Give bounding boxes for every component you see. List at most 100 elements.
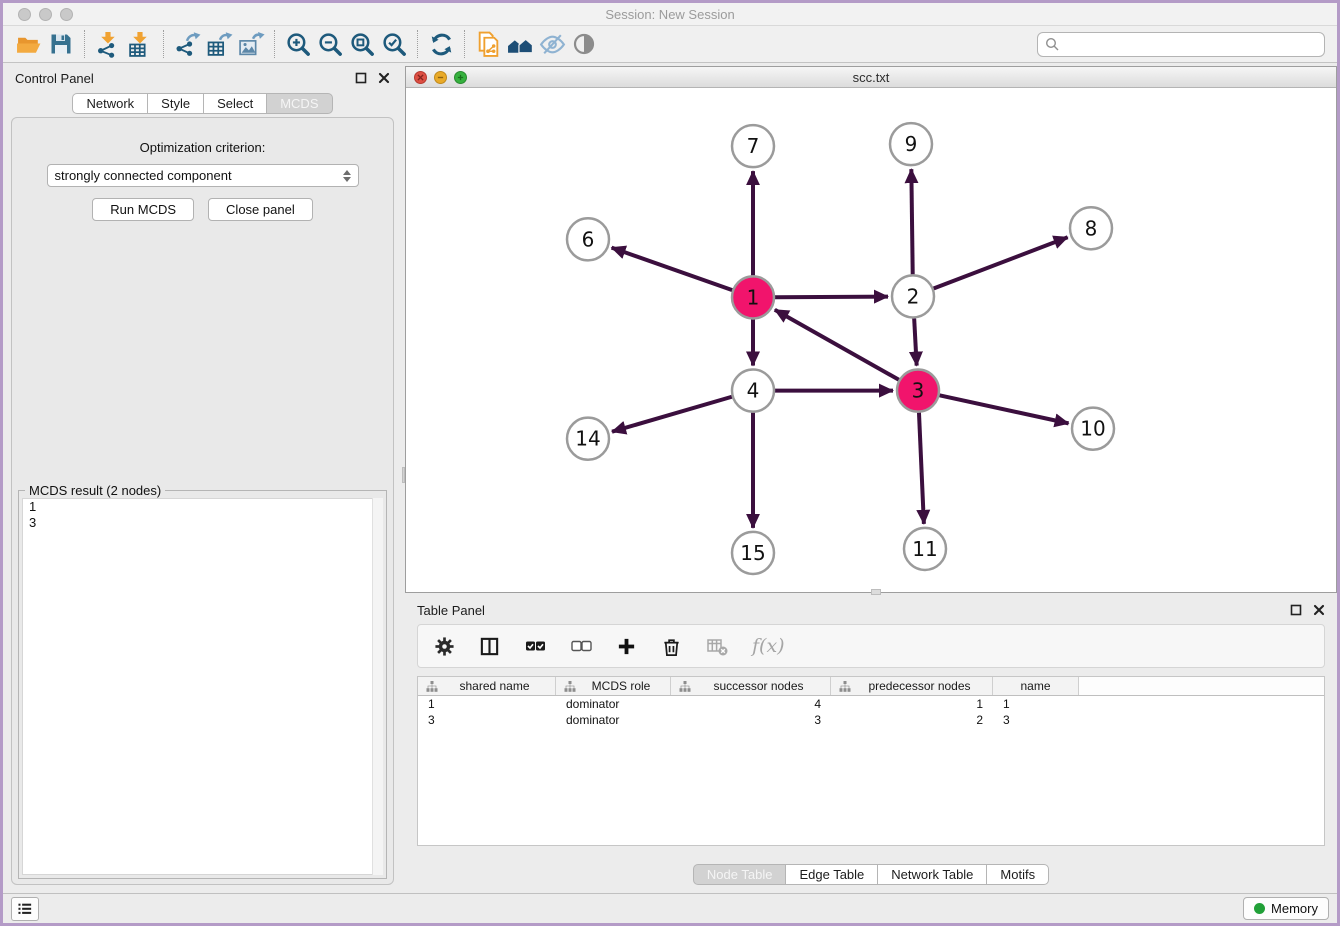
graph-node-label: 6 — [582, 227, 595, 251]
hierarchy-icon — [679, 681, 691, 692]
graph-edge-2-3[interactable] — [914, 318, 917, 365]
mcds-result-list[interactable]: 13 — [22, 498, 383, 875]
export-network-button[interactable] — [171, 28, 203, 60]
tab-edge-table[interactable]: Edge Table — [785, 864, 878, 885]
trash-icon — [661, 636, 682, 657]
mcds-result-title: MCDS result (2 nodes) — [25, 483, 165, 498]
graph-edge-3-11[interactable] — [919, 413, 924, 524]
table-row[interactable]: 1dominator411 — [418, 696, 1324, 712]
export-table-button[interactable] — [203, 28, 235, 60]
tab-style[interactable]: Style — [147, 93, 204, 114]
network-zoom-button[interactable] — [454, 71, 467, 84]
search-input[interactable] — [1064, 37, 1317, 52]
graph-edge-2-9[interactable] — [911, 169, 912, 274]
search-box[interactable] — [1037, 32, 1325, 57]
zoom-fit-icon — [349, 31, 376, 58]
table-settings-button[interactable] — [434, 636, 455, 657]
run-mcds-button[interactable]: Run MCDS — [92, 198, 194, 221]
column-header-shared-name[interactable]: shared name — [418, 677, 556, 695]
close-panel-action-button[interactable]: Close panel — [208, 198, 313, 221]
delete-table-icon — [706, 635, 728, 657]
close-icon — [378, 72, 390, 84]
deselect-all-button[interactable] — [570, 635, 592, 657]
main-toolbar — [3, 25, 1337, 63]
show-column-panel-button[interactable] — [479, 636, 500, 657]
graph-edge-1-2[interactable] — [775, 297, 888, 298]
apply-layout-button[interactable] — [425, 28, 457, 60]
network-titlebar[interactable]: scc.txt — [406, 67, 1336, 88]
graph-node-label: 14 — [575, 427, 600, 451]
column-header-successor-nodes[interactable]: successor nodes — [671, 677, 831, 695]
table-body: 1dominator4113dominator323 — [418, 696, 1324, 728]
result-scrollbar[interactable] — [372, 498, 383, 875]
network-window: scc.txt 7968124314101511 — [405, 66, 1337, 593]
float-panel-button[interactable] — [354, 72, 367, 85]
task-history-button[interactable] — [11, 897, 39, 921]
delete-column-button[interactable] — [661, 636, 682, 657]
tab-node-table[interactable]: Node Table — [693, 864, 787, 885]
vertical-splitter[interactable] — [402, 63, 405, 893]
unchecked-boxes-icon — [570, 635, 592, 657]
tab-mcds[interactable]: MCDS — [266, 93, 332, 114]
graph-edge-3-10[interactable] — [939, 395, 1068, 423]
status-bar: Memory — [3, 893, 1337, 923]
open-session-button[interactable] — [13, 28, 45, 60]
graph-node-label: 7 — [747, 134, 760, 158]
network-close-button[interactable] — [414, 71, 427, 84]
import-table-button[interactable] — [124, 28, 156, 60]
tab-select[interactable]: Select — [203, 93, 267, 114]
graph-edge-4-14[interactable] — [612, 397, 732, 432]
export-image-icon — [238, 31, 265, 58]
float-table-panel-button[interactable] — [1289, 604, 1302, 617]
graph-node-label: 1 — [747, 285, 760, 309]
close-panel-button[interactable] — [377, 72, 390, 85]
table-cell: 4 — [671, 697, 831, 711]
memory-button[interactable]: Memory — [1243, 897, 1329, 920]
create-column-button[interactable] — [616, 636, 637, 657]
graph-edge-1-6[interactable] — [612, 248, 733, 290]
graph-node-label: 15 — [740, 541, 765, 565]
graph-edge-3-1[interactable] — [775, 310, 899, 380]
window-title: Session: New Session — [3, 7, 1337, 22]
column-header-predecessor-nodes[interactable]: predecessor nodes — [831, 677, 993, 695]
table-cell: 3 — [993, 713, 1079, 727]
mcds-result-box: MCDS result (2 nodes) 13 — [18, 490, 387, 879]
result-item: 3 — [23, 515, 382, 531]
criterion-dropdown[interactable]: strongly connected component — [47, 164, 359, 187]
select-all-button[interactable] — [524, 635, 546, 657]
graph-edge-2-8[interactable] — [934, 237, 1068, 288]
network-minimize-button[interactable] — [434, 71, 447, 84]
column-header-mcds-role[interactable]: MCDS role — [556, 677, 671, 695]
tab-network[interactable]: Network — [72, 93, 148, 114]
clone-network-button[interactable] — [472, 28, 504, 60]
save-session-button[interactable] — [45, 28, 77, 60]
table-row[interactable]: 3dominator323 — [418, 712, 1324, 728]
float-icon — [355, 72, 367, 84]
splitter-grip[interactable] — [871, 589, 881, 595]
tab-motifs[interactable]: Motifs — [986, 864, 1049, 885]
delete-table-button[interactable] — [706, 635, 728, 657]
table-header-row: shared nameMCDS rolesuccessor nodesprede… — [418, 677, 1324, 696]
home-button[interactable] — [504, 28, 536, 60]
table-panel-title: Table Panel — [417, 603, 485, 618]
zoom-fit-button[interactable] — [346, 28, 378, 60]
export-image-button[interactable] — [235, 28, 267, 60]
close-table-panel-button[interactable] — [1312, 604, 1325, 617]
network-canvas[interactable]: 7968124314101511 — [406, 88, 1336, 592]
contrast-button[interactable] — [568, 28, 600, 60]
graph-node-label: 11 — [912, 537, 937, 561]
control-panel-tabs: NetworkStyleSelectMCDS — [3, 93, 402, 114]
control-panel: Control Panel NetworkStyleSelectMCDS Opt… — [3, 63, 402, 893]
hide-button[interactable] — [536, 28, 568, 60]
splitter-grip[interactable] — [402, 467, 405, 483]
import-network-button[interactable] — [92, 28, 124, 60]
function-builder-button[interactable]: f(x) — [752, 635, 785, 657]
horizontal-splitter[interactable] — [405, 593, 1337, 596]
tab-network-table[interactable]: Network Table — [877, 864, 987, 885]
gear-icon — [434, 636, 455, 657]
zoom-out-button[interactable] — [314, 28, 346, 60]
zoom-selected-button[interactable] — [378, 28, 410, 60]
table-panel: Table Panel — [405, 596, 1337, 893]
column-header-name[interactable]: name — [993, 677, 1079, 695]
zoom-in-button[interactable] — [282, 28, 314, 60]
